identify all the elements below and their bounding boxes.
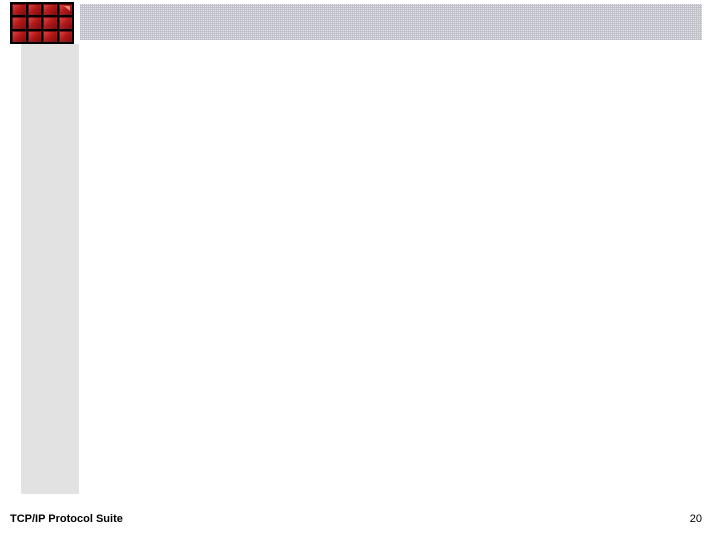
page-number: 20 — [690, 513, 702, 525]
logo-cell — [12, 4, 26, 15]
logo-cell — [43, 31, 57, 42]
logo-cell — [28, 31, 42, 42]
logo-cell — [12, 17, 26, 28]
footer-title: TCP/IP Protocol Suite — [10, 513, 123, 525]
logo-cell — [28, 4, 42, 15]
slide-footer: TCP/IP Protocol Suite 20 — [10, 508, 702, 530]
logo-cell — [28, 17, 42, 28]
slide-content-area — [80, 42, 702, 494]
logo-cell — [43, 17, 57, 28]
logo-cell — [12, 31, 26, 42]
logo-cell — [43, 4, 57, 15]
logo-cell — [59, 31, 73, 42]
logo-cell — [59, 4, 73, 15]
header-pattern-bar — [80, 4, 702, 40]
logo-cell — [59, 17, 73, 28]
logo-grid-icon — [10, 2, 74, 44]
left-sidebar — [21, 44, 79, 494]
